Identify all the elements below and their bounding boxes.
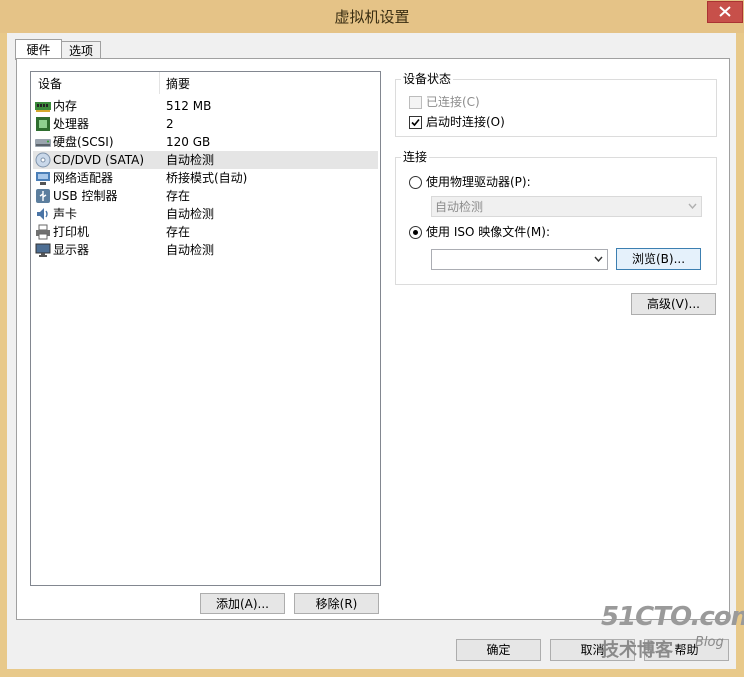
device-name: 内存 (53, 99, 78, 113)
device-name: USB 控制器 (53, 189, 118, 203)
connect-on-power-label: 启动时连接(O) (426, 115, 505, 129)
connected-checkbox[interactable] (409, 96, 422, 109)
column-summary[interactable]: 摘要 (166, 76, 190, 92)
cd-dvd-icon (35, 152, 51, 168)
checkmark-icon (411, 118, 420, 127)
device-summary: 2 (166, 117, 174, 131)
iso-file-combo[interactable] (431, 249, 608, 270)
device-status-group: 设备状态 已连接(C) 启动时连接(O) (395, 71, 717, 137)
device-summary: 120 GB (166, 135, 211, 149)
connected-label: 已连接(C) (426, 95, 480, 109)
title-bar[interactable]: 虚拟机设置 (0, 0, 744, 33)
physical-drive-radio[interactable] (409, 176, 422, 189)
device-row-hard-disk[interactable]: 硬盘(SCSI) 120 GB (33, 133, 378, 151)
device-name: 打印机 (53, 225, 90, 239)
ok-button[interactable]: 确定 (456, 639, 541, 661)
remove-button[interactable]: 移除(R) (294, 593, 379, 614)
close-icon (719, 6, 731, 17)
processor-icon (35, 116, 51, 132)
device-row-printer[interactable]: 打印机 存在 (33, 223, 378, 241)
device-row-cd-dvd[interactable]: CD/DVD (SATA) 自动检测 (33, 151, 378, 169)
physical-drive-value: 自动检测 (435, 200, 484, 214)
device-row-display[interactable]: 显示器 自动检测 (33, 241, 378, 259)
device-summary: 自动检测 (166, 207, 215, 221)
device-list-header: 设备 摘要 (31, 72, 380, 94)
device-name: 声卡 (53, 207, 78, 221)
chevron-down-icon (688, 203, 697, 209)
device-summary: 桥接模式(自动) (166, 171, 248, 185)
browse-button[interactable]: 浏览(B)... (616, 248, 701, 270)
watermark-blog: Blog (695, 635, 724, 650)
tab-options-label: 选项 (68, 44, 93, 58)
device-name: CD/DVD (SATA) (53, 153, 145, 167)
physical-drive-label: 使用物理驱动器(P): (426, 175, 531, 189)
close-button[interactable] (707, 1, 743, 23)
device-name: 显示器 (53, 243, 90, 257)
device-row-processor[interactable]: 处理器 2 (33, 115, 378, 133)
window-title: 虚拟机设置 (334, 8, 410, 26)
add-button[interactable]: 添加(A)... (200, 593, 285, 614)
watermark-logo: 51CTO.com 技术博客 Blog (598, 600, 744, 661)
device-name: 处理器 (53, 117, 90, 131)
hardware-panel: 设备 摘要 内存 512 MB 处理器 2 硬盘(SCSI) 120 GB CD… (16, 58, 730, 620)
memory-icon (35, 98, 51, 114)
device-row-sound-card[interactable]: 声卡 自动检测 (33, 205, 378, 223)
device-summary: 自动检测 (166, 243, 215, 257)
watermark-sub: 技术博客 (601, 640, 673, 661)
connect-on-power-checkbox[interactable] (409, 116, 422, 129)
hard-disk-icon (35, 134, 51, 150)
physical-drive-select[interactable]: 自动检测 (431, 196, 702, 217)
connection-title: 连接 (401, 149, 430, 165)
tab-hardware-label: 硬件 (26, 43, 51, 57)
usb-icon (35, 188, 51, 204)
network-adapter-icon (35, 170, 51, 186)
sound-card-icon (35, 206, 51, 222)
device-name: 网络适配器 (53, 171, 114, 185)
connection-group: 连接 使用物理驱动器(P): 自动检测 使用 ISO 映像文件(M): 浏览(B… (395, 149, 717, 285)
device-summary: 自动检测 (166, 153, 215, 167)
iso-file-label: 使用 ISO 映像文件(M): (426, 225, 550, 239)
tab-hardware[interactable]: 硬件 (15, 39, 62, 60)
device-list[interactable]: 设备 摘要 内存 512 MB 处理器 2 硬盘(SCSI) 120 GB CD… (30, 71, 381, 586)
dialog-body: 硬件 选项 设备 摘要 内存 512 MB 处理器 2 硬盘(SCSI) 120… (7, 33, 736, 669)
iso-file-radio[interactable] (409, 226, 422, 239)
display-icon (35, 242, 51, 258)
device-row-network-adapter[interactable]: 网络适配器 桥接模式(自动) (33, 169, 378, 187)
device-summary: 512 MB (166, 99, 212, 113)
watermark-site: 51CTO.com (601, 602, 744, 632)
device-summary: 存在 (166, 225, 191, 239)
device-status-title: 设备状态 (401, 71, 454, 87)
device-row-memory[interactable]: 内存 512 MB (33, 97, 378, 115)
device-row-usb[interactable]: USB 控制器 存在 (33, 187, 378, 205)
device-name: 硬盘(SCSI) (53, 135, 114, 149)
device-summary: 存在 (166, 189, 191, 203)
column-divider (159, 72, 160, 94)
chevron-down-icon (594, 256, 603, 262)
column-device[interactable]: 设备 (38, 76, 62, 92)
printer-icon (35, 224, 51, 240)
advanced-button[interactable]: 高级(V)... (631, 293, 716, 315)
